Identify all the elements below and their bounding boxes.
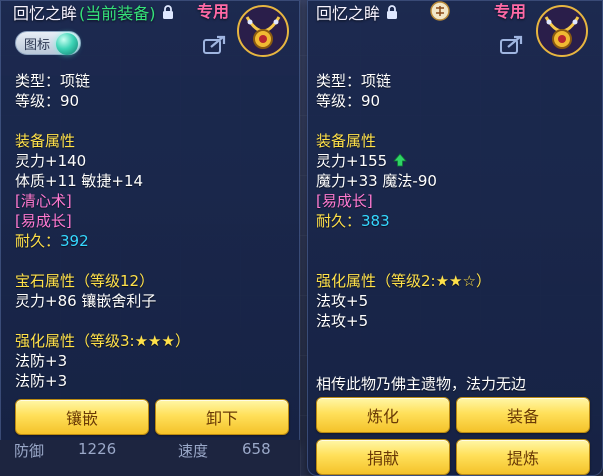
special-trait: [易成长] xyxy=(316,192,373,210)
attr-line: 魔力+33 魔法-90 xyxy=(316,172,437,190)
item-title: 回忆之眸 xyxy=(316,1,398,23)
durability-label: 耐久： xyxy=(316,212,362,230)
upgrade-arrow-icon xyxy=(393,153,407,167)
durability-line: 耐久：392 xyxy=(15,231,190,251)
share-icon[interactable] xyxy=(500,34,524,54)
durability-label: 耐久： xyxy=(15,232,61,250)
item-name: 回忆之眸 xyxy=(316,4,381,23)
lock-icon xyxy=(387,5,398,19)
enhance-attr-header: 强化属性（等级2:★★☆） xyxy=(316,272,491,290)
exclusive-label: 专用 xyxy=(197,2,230,21)
item-description: 相传此物乃佛主遗物，法力无边 xyxy=(316,375,527,393)
item-details: 类型：项链 等级：90 装备属性 灵力+155 魔力+33 魔法-90 [易成长… xyxy=(316,71,491,331)
attr-line: 灵力+140 xyxy=(15,152,87,170)
unequip-button[interactable]: 卸下 xyxy=(155,399,289,435)
share-icon[interactable] xyxy=(203,34,227,54)
enhance-line: 法攻+5 xyxy=(316,312,369,330)
type-line: 类型：项链 xyxy=(316,72,392,90)
seal-badge-icon xyxy=(430,1,450,21)
defense-label: 防御 xyxy=(14,442,45,460)
gem-orb-icon xyxy=(56,33,78,55)
necklace-item-icon xyxy=(536,5,588,57)
special-skill: [清心术] xyxy=(15,192,72,210)
necklace-item-icon xyxy=(237,5,289,57)
donate-button[interactable]: 捐献 xyxy=(316,439,450,475)
defense-value: 1226 xyxy=(78,440,117,458)
equip-attr-header: 装备属性 xyxy=(316,132,377,150)
enhance-line: 法攻+5 xyxy=(316,292,369,310)
attr-line: 灵力+155 xyxy=(316,152,388,170)
gem-attr-header: 宝石属性（等级12） xyxy=(15,272,155,290)
equip-button[interactable]: 装备 xyxy=(456,397,590,433)
attr-line-upgraded: 灵力+155 xyxy=(316,151,491,171)
equip-attr-header: 装备属性 xyxy=(15,132,76,150)
gem-line: 灵力+86 镶嵌舍利子 xyxy=(15,292,157,310)
extract-button[interactable]: 提炼 xyxy=(456,439,590,475)
enhance-attr-header: 强化属性（等级3:★★★） xyxy=(15,332,190,350)
item-title: 回忆之眸 (当前装备) xyxy=(13,1,174,23)
type-line: 类型：项链 xyxy=(15,72,91,90)
special-trait: [易成长] xyxy=(15,212,72,230)
exclusive-label: 专用 xyxy=(494,2,527,21)
enhance-line: 法防+3 xyxy=(15,352,68,370)
icon-tag-button[interactable]: 图标 xyxy=(15,31,81,55)
speed-label: 速度 xyxy=(178,442,209,460)
lock-icon xyxy=(162,5,173,19)
stats-strip: 防御 1226 速度 658 xyxy=(0,440,300,476)
equipped-item-tooltip: 回忆之眸 (当前装备) 专用 图标 类型：项链 等级：90 装备属性 灵力+14… xyxy=(0,0,300,448)
durability-line: 耐久：383 xyxy=(316,211,491,231)
inlay-button[interactable]: 镶嵌 xyxy=(15,399,149,435)
level-line: 等级：90 xyxy=(15,92,80,110)
speed-value: 658 xyxy=(242,440,271,458)
durability-value: 392 xyxy=(60,232,89,250)
attr-line: 体质+11 敏捷+14 xyxy=(15,172,144,190)
item-name: 回忆之眸 xyxy=(13,4,78,23)
icon-tag-label: 图标 xyxy=(24,37,51,53)
level-line: 等级：90 xyxy=(316,92,381,110)
durability-value: 383 xyxy=(361,212,390,230)
item-details: 类型：项链 等级：90 装备属性 灵力+140 体质+11 敏捷+14 [清心术… xyxy=(15,71,190,391)
equipped-label: (当前装备) xyxy=(79,4,156,23)
refine-button[interactable]: 炼化 xyxy=(316,397,450,433)
compare-item-tooltip: 回忆之眸 专用 类型：项链 等级：90 装备属性 灵力+155 魔力+33 魔法… xyxy=(307,0,603,476)
